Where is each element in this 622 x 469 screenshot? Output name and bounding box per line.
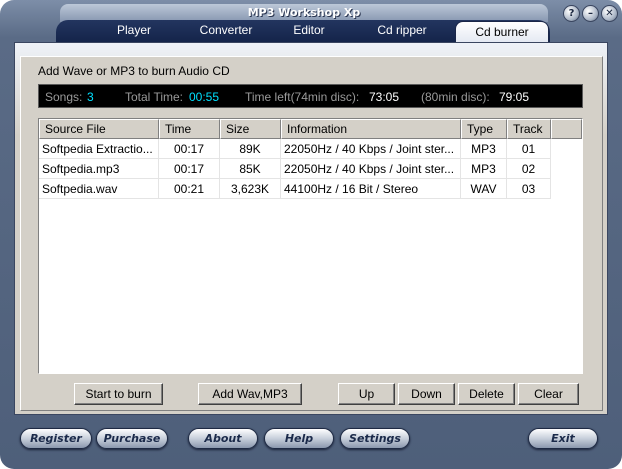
tab-converter[interactable]: Converter [186,20,266,42]
cell-size: 3,623K [220,179,281,199]
settings-button[interactable]: Settings [340,428,410,449]
register-button[interactable]: Register [20,428,92,449]
cell-type: WAV [461,179,507,199]
cell-type: MP3 [461,159,507,179]
delete-button[interactable]: Delete [458,383,515,405]
songs-label: Songs: [45,90,83,104]
column-header-size[interactable]: Size [220,119,281,139]
start-burn-button[interactable]: Start to burn [74,383,163,405]
window-title: MP3 Workshop Xp [247,6,361,19]
column-header-type[interactable]: Type [461,119,507,139]
move-up-button[interactable]: Up [338,383,395,405]
cell-source-file: Softpedia.wav [39,179,159,199]
column-header-source-file[interactable]: Source File [39,119,159,139]
time-left-74-label: Time left(74min disc): [245,90,360,104]
column-header-information[interactable]: Information [281,119,461,139]
table-row[interactable]: Softpedia.wav 00:21 3,623K 44100Hz / 16 … [39,179,582,199]
cell-source-file: Softpedia.mp3 [39,159,159,179]
table-row[interactable]: Softpedia.mp3 00:17 85K 22050Hz / 40 Kbp… [39,159,582,179]
cell-source-file: Softpedia Extractio... [39,139,159,159]
tab-cd-ripper[interactable]: Cd ripper [362,20,442,42]
cell-size: 85K [220,159,281,179]
close-icon[interactable]: ✕ [601,5,618,22]
about-button[interactable]: About [188,428,258,449]
time-left-80-value: 79:05 [499,90,530,104]
time-left-80-label: (80min disc): [421,90,490,104]
cell-time: 00:21 [159,179,220,199]
cell-time: 00:17 [159,159,220,179]
total-time-label: Total Time: [125,90,184,104]
column-header-time[interactable]: Time [159,119,220,139]
track-table[interactable]: Source File Time Size Information Type T… [38,118,583,374]
disc-info-bar: Songs: 3 Total Time: 00:55 Time left(74m… [38,84,583,108]
minimize-icon[interactable]: – [582,5,599,22]
cell-track: 03 [507,179,551,199]
page-heading: Add Wave or MP3 to burn Audio CD [38,64,230,78]
time-left-74-value: 73:05 [369,90,400,104]
songs-count: 3 [87,90,94,104]
cell-type: MP3 [461,139,507,159]
clear-button[interactable]: Clear [518,383,579,405]
column-header-track[interactable]: Track [507,119,551,139]
cell-information: 44100Hz / 16 Bit / Stereo [281,179,461,199]
cell-size: 89K [220,139,281,159]
add-wav-mp3-button[interactable]: Add Wav,MP3 [198,383,302,405]
tab-cd-burner[interactable]: Cd burner [455,21,549,43]
cell-track: 01 [507,139,551,159]
table-row[interactable]: Softpedia Extractio... 00:17 89K 22050Hz… [39,139,582,159]
move-down-button[interactable]: Down [398,383,455,405]
cell-track: 02 [507,159,551,179]
column-header-filler [551,119,582,139]
tab-player[interactable]: Player [96,20,172,42]
help-button[interactable]: Help [264,428,334,449]
purchase-button[interactable]: Purchase [96,428,168,449]
cell-information: 22050Hz / 40 Kbps / Joint ster... [281,139,461,159]
cell-time: 00:17 [159,139,220,159]
help-icon[interactable]: ? [563,5,580,22]
total-time-value: 00:55 [189,90,220,104]
tab-editor[interactable]: Editor [276,20,342,42]
app-window: MP3 Workshop Xp ? – ✕ Player Converter E… [0,0,622,469]
exit-button[interactable]: Exit [528,428,598,449]
cell-information: 22050Hz / 40 Kbps / Joint ster... [281,159,461,179]
